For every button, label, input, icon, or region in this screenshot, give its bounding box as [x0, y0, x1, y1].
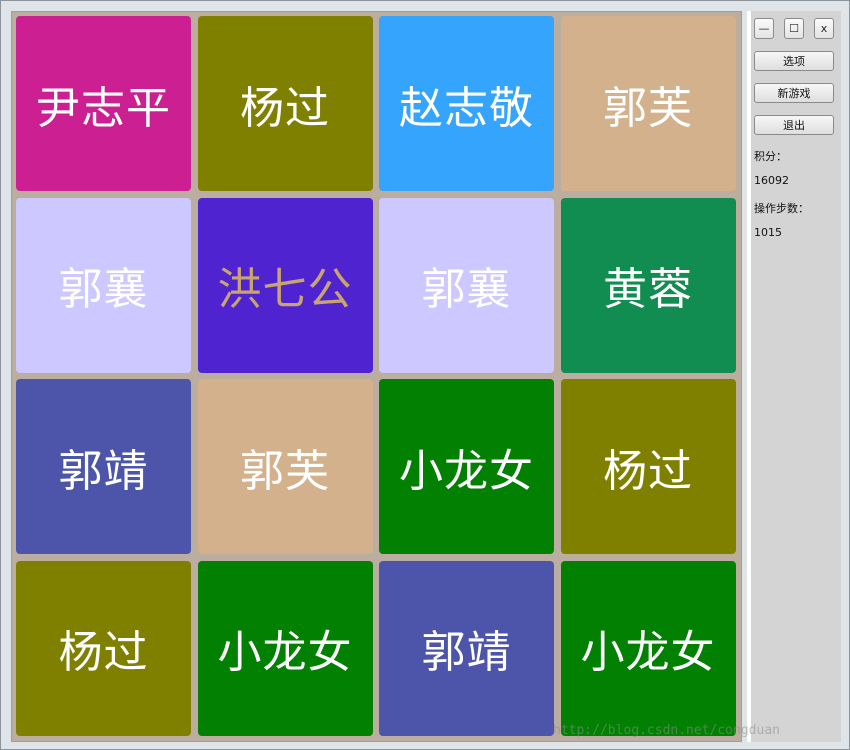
game-tile: 郭靖 — [16, 379, 191, 554]
tile-label: 郭靖 — [58, 445, 149, 497]
game-board: 尹志平 杨过 赵志敬 郭芙 郭襄 洪七公 郭襄 黄蓉 郭靖 郭芙 小龙女 杨过 杨过 小龙女 郭靖 小龙女 — [11, 11, 742, 742]
new-game-button[interactable]: 新游戏 — [754, 83, 834, 103]
side-panel: — ☐ x 选项 新游戏 退出 积分： 16092 操作步数： 1015 — [747, 11, 841, 742]
game-window: 尹志平 杨过 赵志敬 郭芙 郭襄 洪七公 郭襄 黄蓉 郭靖 郭芙 小龙女 杨过 杨过 小龙女 郭靖 小龙女 —… — [0, 0, 850, 750]
game-tile: 杨过 — [16, 560, 191, 736]
options-button-label: 选项 — [783, 55, 805, 68]
maximize-button[interactable]: ☐ — [784, 18, 804, 39]
close-icon: x — [820, 22, 828, 35]
game-tile: 尹志平 — [16, 16, 191, 191]
watermark-text: http://blog.csdn.net/congduan — [553, 723, 780, 738]
game-tile: 杨过 — [197, 16, 373, 191]
game-tile: 杨过 — [560, 379, 736, 554]
steps-label: 操作步数： — [754, 202, 809, 215]
tile-label: 杨过 — [603, 445, 693, 497]
exit-button-label: 退出 — [783, 119, 805, 132]
panel-divider — [748, 11, 751, 742]
score-label: 积分： — [754, 150, 787, 163]
game-tile: 郭芙 — [560, 16, 736, 191]
game-tile: 洪七公 — [197, 197, 373, 373]
tile-label: 郭芙 — [603, 82, 693, 134]
tile-label: 小龙女 — [580, 627, 716, 678]
steps-value: 1015 — [754, 226, 782, 239]
game-tile: 郭襄 — [16, 197, 191, 373]
game-tile: 黄蓉 — [560, 197, 736, 373]
tile-label: 小龙女 — [217, 627, 353, 678]
minimize-button[interactable]: — — [754, 18, 774, 39]
maximize-icon: ☐ — [789, 22, 799, 35]
tile-label: 郭襄 — [58, 264, 149, 315]
tile-label: 郭靖 — [421, 627, 512, 678]
game-tile: 小龙女 — [560, 560, 736, 736]
game-tile: 小龙女 — [197, 560, 373, 736]
tile-label: 赵志敬 — [399, 82, 534, 134]
tile-label: 小龙女 — [399, 445, 534, 497]
tile-label: 洪七公 — [217, 264, 353, 315]
tile-label: 杨过 — [240, 82, 330, 134]
tile-label: 杨过 — [58, 627, 149, 678]
new-game-button-label: 新游戏 — [777, 87, 811, 100]
score-value: 16092 — [754, 174, 789, 187]
options-button[interactable]: 选项 — [754, 51, 834, 71]
game-tile: 郭靖 — [379, 560, 554, 736]
close-button[interactable]: x — [814, 18, 834, 39]
tile-label: 尹志平 — [36, 82, 171, 134]
game-tile: 郭襄 — [379, 197, 554, 373]
tile-label: 黄蓉 — [603, 264, 693, 315]
tile-label: 郭芙 — [240, 445, 330, 497]
game-tile: 赵志敬 — [379, 16, 554, 191]
game-tile: 郭芙 — [197, 379, 373, 554]
game-tile: 小龙女 — [379, 379, 554, 554]
exit-button[interactable]: 退出 — [754, 115, 834, 135]
tile-label: 郭襄 — [421, 264, 512, 315]
minimize-icon: — — [758, 22, 770, 35]
